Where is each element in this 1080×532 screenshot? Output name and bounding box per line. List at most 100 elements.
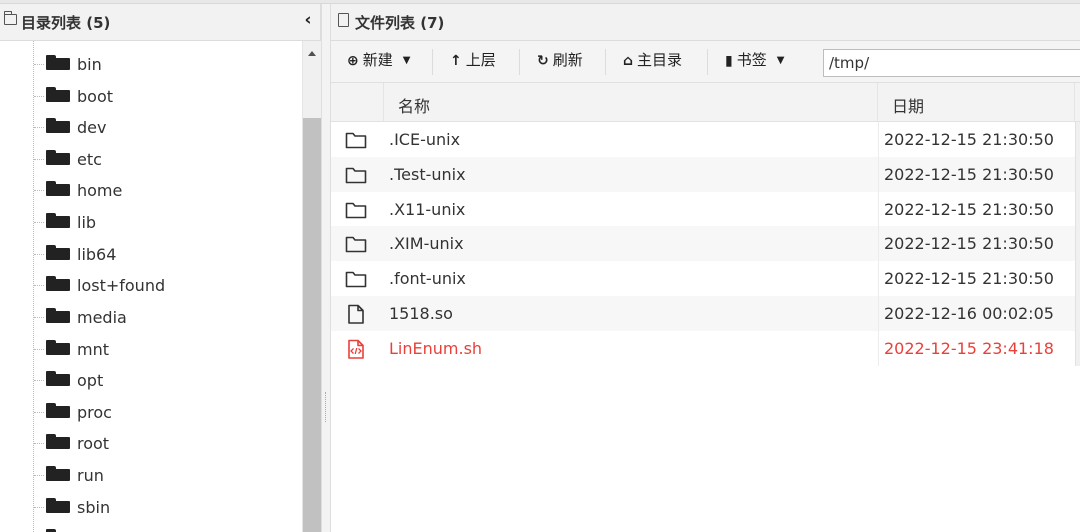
table-row[interactable]: LinEnum.sh 2022-12-15 23:41:18 [331, 330, 1080, 366]
tree-item-root[interactable]: root [34, 427, 294, 457]
tree-item-label: boot [77, 87, 114, 106]
tree-item-label: bin [77, 55, 102, 74]
refresh-label: 刷新 [552, 51, 583, 69]
scroll-up-arrow-icon[interactable] [308, 51, 316, 56]
table-row[interactable]: .XIM-unix 2022-12-15 21:30:50 [331, 226, 1080, 262]
directory-scrollbar[interactable] [302, 41, 321, 532]
tree-item-lost-found[interactable]: lost+found [34, 269, 294, 299]
file-date: 2022-12-15 23:41:18 [884, 338, 1054, 358]
tree-item-mnt[interactable]: mnt [34, 333, 294, 363]
tree-item-dev[interactable]: dev [34, 111, 294, 141]
toolbar-separator [707, 49, 708, 75]
file-name: .ICE-unix [389, 130, 461, 149]
tree-connector [34, 254, 44, 255]
refresh-icon: ↻ [537, 53, 549, 69]
tree-connector [34, 317, 44, 318]
file-grid-header: 名称 日期 [331, 83, 1080, 122]
folder-icon [46, 340, 70, 355]
tree-connector [34, 222, 44, 223]
parent-directory-button[interactable]: ↑ 上层 [450, 49, 496, 75]
row-edge [1075, 226, 1080, 262]
folder-icon [46, 403, 70, 418]
table-row[interactable]: .Test-unix 2022-12-15 21:30:50 [331, 156, 1080, 192]
bookmark-button[interactable]: ▮ 书签 ▼ [725, 49, 784, 75]
tree-item-lib64[interactable]: lib64 [34, 238, 294, 268]
tree-item-bin[interactable]: bin [34, 48, 294, 78]
directory-panel-header: 目录列表 (5) ‹ [0, 4, 321, 41]
parent-directory-label: 上层 [465, 51, 496, 69]
tree-item-label: home [77, 181, 123, 200]
directory-tree: bin boot dev etc home lib lib64 lost+fou… [0, 41, 302, 532]
tree-item-home[interactable]: home [34, 174, 294, 204]
new-button[interactable]: ⊕ 新建 ▼ [347, 49, 410, 75]
refresh-button[interactable]: ↻ 刷新 [537, 49, 583, 75]
tree-connector [34, 190, 44, 191]
arrow-up-icon: ↑ [450, 53, 462, 69]
folder-icon [46, 466, 70, 481]
tree-item-label: root [77, 434, 110, 453]
tree-item-boot[interactable]: boot [34, 80, 294, 110]
row-edge [1075, 261, 1080, 296]
table-row[interactable]: .ICE-unix 2022-12-15 21:30:50 [331, 122, 1080, 157]
file-name: .font-unix [389, 269, 466, 289]
tree-connector [34, 159, 44, 160]
path-input[interactable] [823, 49, 1080, 77]
tree-item-media[interactable]: media [34, 301, 294, 331]
tree-item-label: lost+found [77, 276, 166, 295]
caret-down-icon: ▼ [402, 55, 411, 66]
tree-connector [34, 380, 44, 381]
home-directory-label: 主目录 [637, 51, 683, 69]
directory-panel: 目录列表 (5) ‹ bin boot dev etc home lib lib… [0, 4, 321, 532]
row-edge [1075, 191, 1080, 227]
column-header-name[interactable]: 名称 [383, 83, 878, 122]
toolbar-separator [605, 49, 606, 75]
tree-connector [34, 443, 44, 444]
file-name: 1518.so [389, 304, 453, 323]
home-icon: ⌂ [623, 53, 634, 69]
tree-item-partial[interactable] [34, 522, 294, 532]
row-edge [1075, 156, 1080, 192]
home-directory-button[interactable]: ⌂ 主目录 [623, 49, 682, 75]
tree-item-proc[interactable]: proc [34, 396, 294, 426]
tree-item-label: media [77, 308, 127, 327]
collapse-panel-button[interactable]: ‹ [298, 10, 318, 34]
table-row[interactable]: .X11-unix 2022-12-15 21:30:50 [331, 191, 1080, 227]
panel-splitter[interactable] [321, 4, 331, 532]
bookmark-label: 书签 [736, 51, 767, 69]
tree-connector [34, 349, 44, 350]
folder-icon [46, 55, 70, 70]
tree-item-run[interactable]: run [34, 459, 294, 489]
folder-outline-icon [4, 11, 17, 25]
folder-icon [46, 87, 70, 102]
file-panel-header: 文件列表 (7) [331, 4, 1080, 41]
file-panel: 文件列表 (7) ⊕新建▼ ↑上层 ↻刷新 ⌂主目录 ▮书签▼ 名称 日期 .I [331, 4, 1080, 532]
folder-icon [46, 498, 70, 513]
folder-icon [46, 308, 70, 323]
tree-item-label: etc [77, 150, 102, 169]
file-name: .Test-unix [389, 164, 466, 184]
table-row[interactable]: 1518.so 2022-12-16 00:02:05 [331, 296, 1080, 331]
tree-connector [34, 127, 44, 128]
tree-item-opt[interactable]: opt [34, 364, 294, 394]
tree-item-sbin[interactable]: sbin [34, 491, 294, 521]
tree-connector [34, 64, 44, 65]
file-toolbar: ⊕ 新建 ▼ ↑ 上层 ↻ 刷新 ⌂ 主目录 ▮ 书签 ▼ [331, 41, 1080, 83]
file-name: .X11-unix [389, 199, 466, 219]
tree-item-etc[interactable]: etc [34, 143, 294, 173]
tree-item-label: dev [77, 118, 107, 137]
scrollbar-thumb[interactable] [303, 118, 321, 532]
new-button-label: 新建 [362, 51, 393, 69]
tree-item-lib[interactable]: lib [34, 206, 294, 236]
tree-connector [34, 412, 44, 413]
tree-connector [34, 96, 44, 97]
column-header-name-label: 名称 [398, 97, 431, 116]
row-edge [1075, 122, 1080, 157]
tree-item-label: lib [77, 213, 97, 232]
splitter-grip-icon [325, 392, 327, 422]
tree-item-label: run [77, 466, 104, 485]
table-row[interactable]: .font-unix 2022-12-15 21:30:50 [331, 261, 1080, 296]
folder-icon [345, 167, 367, 184]
folder-icon [46, 434, 70, 449]
tree-item-label: proc [77, 403, 112, 422]
column-header-date[interactable]: 日期 [878, 83, 1075, 122]
